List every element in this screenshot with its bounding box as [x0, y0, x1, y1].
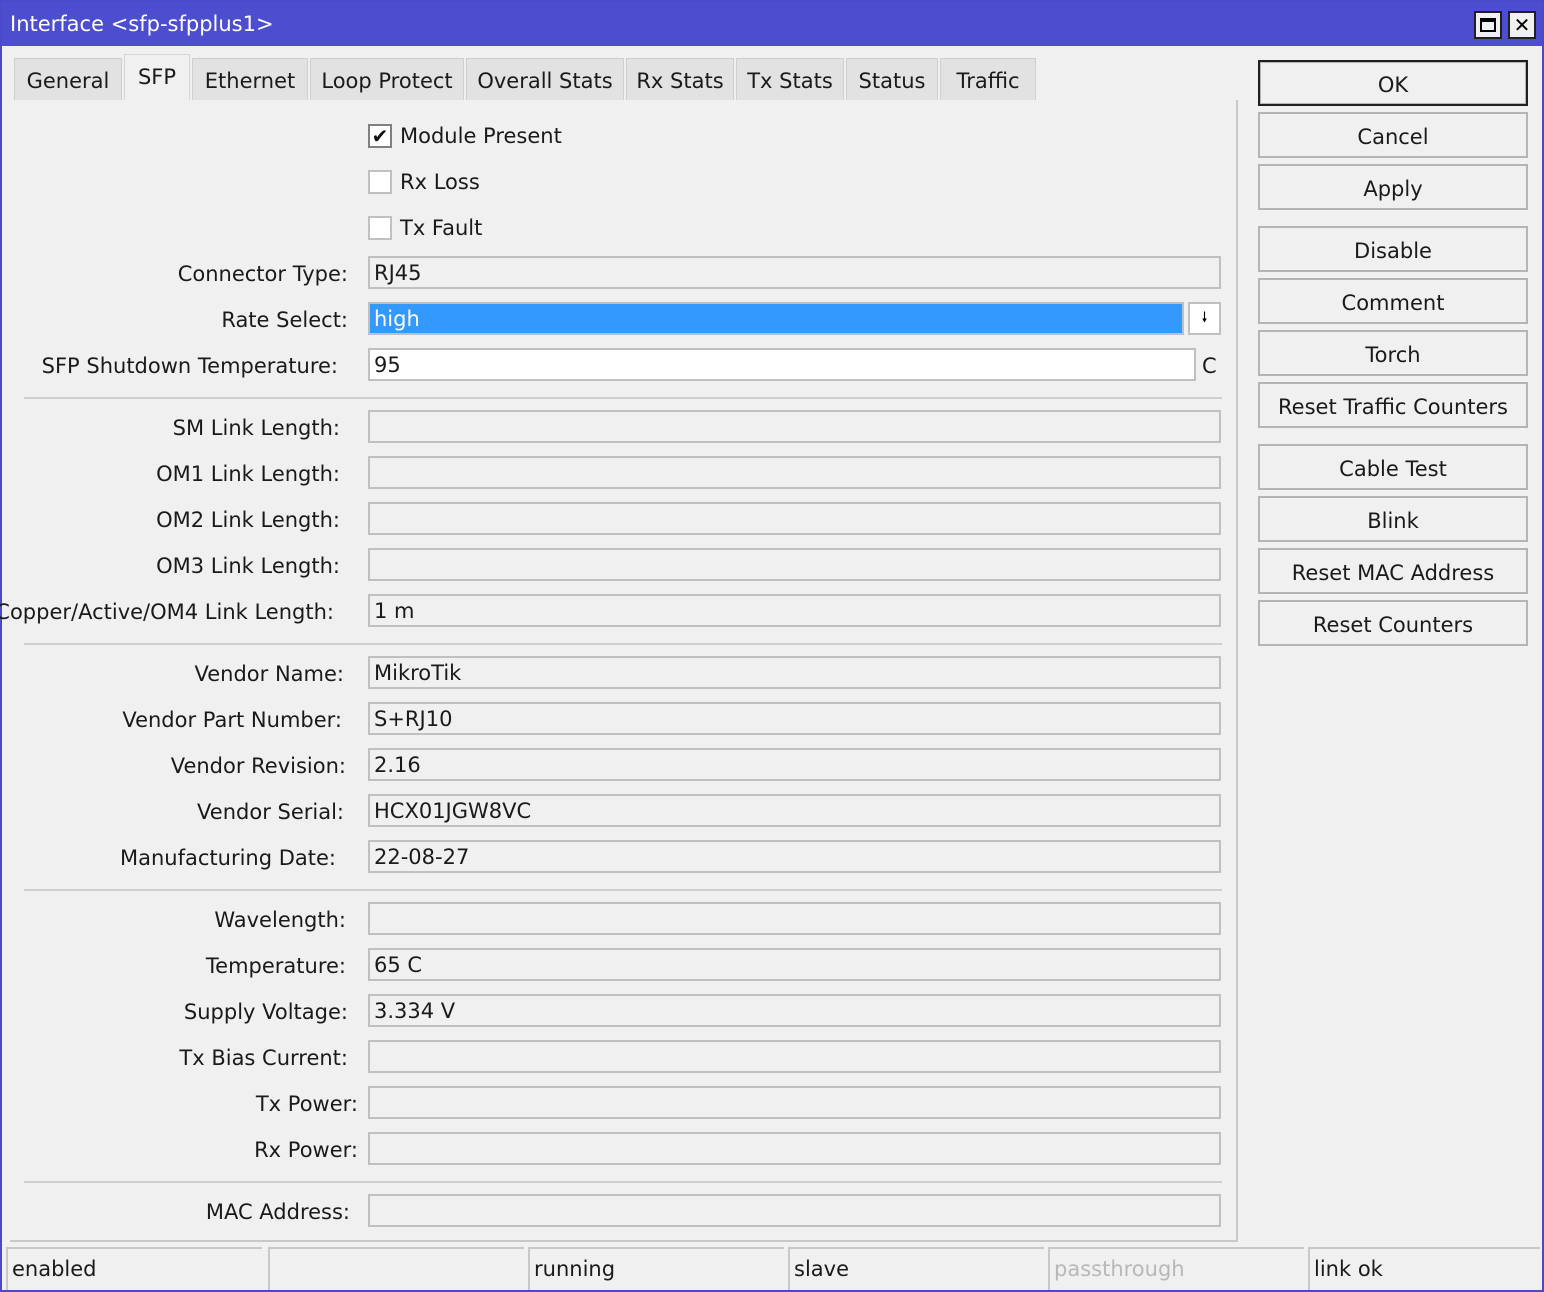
status-passthrough: passthrough — [1048, 1247, 1304, 1290]
manufacturing-date-label: Manufacturing Date: — [119, 846, 336, 870]
rate-select-label: Rate Select: — [221, 308, 348, 332]
om2-link-length-label: OM2 Link Length: — [156, 508, 340, 532]
tx-power-label: Tx Power: — [255, 1092, 358, 1116]
ok-button[interactable]: OK — [1258, 60, 1528, 106]
disable-button[interactable]: Disable — [1258, 226, 1528, 272]
vendor-name-field: MikroTik — [368, 656, 1221, 689]
mac-address-label: MAC Address: — [205, 1200, 350, 1224]
sm-link-length-label: SM Link Length: — [172, 416, 340, 440]
separator — [24, 889, 1222, 891]
status-enabled: enabled — [6, 1247, 262, 1290]
temperature-unit-label: C — [1202, 354, 1217, 378]
reset-traffic-counters-button[interactable]: Reset Traffic Counters — [1258, 382, 1528, 428]
rx-loss-label: Rx Loss — [400, 170, 480, 194]
tab-general[interactable]: General — [14, 58, 122, 102]
manufacturing-date-field: 22-08-27 — [368, 840, 1221, 873]
rx-power-label: Rx Power: — [254, 1138, 358, 1162]
om1-link-length-field — [368, 456, 1221, 489]
rx-loss-row[interactable]: Rx Loss — [368, 169, 480, 195]
tab-ethernet[interactable]: Ethernet — [192, 58, 308, 102]
tab-rx-stats[interactable]: Rx Stats — [626, 58, 734, 102]
status-bar: enabled running slave passthrough link o… — [6, 1247, 1542, 1290]
tab-tx-stats[interactable]: Tx Stats — [736, 58, 844, 102]
blink-button[interactable]: Blink — [1258, 496, 1528, 542]
rate-select-dropdown[interactable]: high 🠗 — [368, 302, 1221, 335]
om3-link-length-label: OM3 Link Length: — [156, 554, 340, 578]
temperature-label: Temperature: — [205, 954, 346, 978]
sfp-panel: ✔ Module Present Rx Loss Tx Fault Connec… — [0, 100, 1238, 1242]
status-running: running — [528, 1247, 784, 1290]
tab-overall-stats[interactable]: Overall Stats — [466, 58, 624, 102]
tab-traffic[interactable]: Traffic — [940, 58, 1036, 102]
om1-link-length-label: OM1 Link Length: — [156, 462, 340, 486]
window-title: Interface <sfp-sfpplus1> — [10, 12, 274, 36]
rx-power-field — [368, 1132, 1221, 1165]
tx-fault-label: Tx Fault — [400, 216, 483, 240]
close-icon: ✕ — [1513, 13, 1531, 37]
rate-select-value[interactable]: high — [368, 302, 1184, 335]
interface-dialog: Interface <sfp-sfpplus1> ✕ General SFP E… — [0, 0, 1544, 1292]
vendor-name-label: Vendor Name: — [194, 662, 344, 686]
connector-type-field: RJ45 — [368, 256, 1221, 289]
tab-sfp[interactable]: SFP — [124, 54, 190, 102]
module-present-row[interactable]: ✔ Module Present — [368, 123, 562, 149]
sm-link-length-field — [368, 410, 1221, 443]
rx-loss-checkbox[interactable] — [368, 170, 392, 194]
tx-fault-checkbox[interactable] — [368, 216, 392, 240]
status-link-ok: link ok — [1308, 1247, 1540, 1290]
reset-mac-address-button[interactable]: Reset MAC Address — [1258, 548, 1528, 594]
connector-type-label: Connector Type: — [177, 262, 348, 286]
sfp-shutdown-temperature-input[interactable]: 95 — [368, 348, 1196, 381]
copper-link-length-field: 1 m — [368, 594, 1221, 627]
status-slave: slave — [788, 1247, 1044, 1290]
copper-link-length-label: Copper/Active/OM4 Link Length: — [0, 600, 334, 624]
om2-link-length-field — [368, 502, 1221, 535]
title-bar[interactable]: Interface <sfp-sfpplus1> ✕ — [2, 2, 1542, 46]
vendor-part-number-label: Vendor Part Number: — [122, 708, 342, 732]
tab-status[interactable]: Status — [846, 58, 938, 102]
tx-bias-current-field — [368, 1040, 1221, 1073]
sfp-shutdown-temperature-label: SFP Shutdown Temperature: — [41, 354, 338, 378]
checkmark-icon: ✔ — [371, 124, 389, 148]
separator — [24, 1181, 1222, 1183]
maximize-icon — [1480, 18, 1496, 32]
wavelength-field — [368, 902, 1221, 935]
vendor-serial-label: Vendor Serial: — [197, 800, 344, 824]
cable-test-button[interactable]: Cable Test — [1258, 444, 1528, 490]
module-present-checkbox[interactable]: ✔ — [368, 124, 392, 148]
supply-voltage-field: 3.334 V — [368, 994, 1221, 1027]
vendor-revision-label: Vendor Revision: — [170, 754, 346, 778]
close-button[interactable]: ✕ — [1508, 11, 1536, 39]
cancel-button[interactable]: Cancel — [1258, 112, 1528, 158]
tx-fault-row[interactable]: Tx Fault — [368, 215, 482, 241]
apply-button[interactable]: Apply — [1258, 164, 1528, 210]
supply-voltage-label: Supply Voltage: — [183, 1000, 348, 1024]
chevron-down-icon: 🠗 — [1201, 309, 1208, 326]
tx-power-field — [368, 1086, 1221, 1119]
vendor-part-number-field: S+RJ10 — [368, 702, 1221, 735]
om3-link-length-field — [368, 548, 1221, 581]
separator — [24, 397, 1222, 399]
tab-loop-protect[interactable]: Loop Protect — [310, 58, 464, 102]
reset-counters-button[interactable]: Reset Counters — [1258, 600, 1528, 646]
dropdown-arrow-button[interactable]: 🠗 — [1188, 302, 1221, 335]
mac-address-field — [368, 1194, 1221, 1227]
vendor-revision-field: 2.16 — [368, 748, 1221, 781]
vendor-serial-field: HCX01JGW8VC — [368, 794, 1221, 827]
status-empty — [268, 1247, 524, 1290]
module-present-label: Module Present — [400, 124, 562, 148]
wavelength-label: Wavelength: — [214, 908, 346, 932]
tx-bias-current-label: Tx Bias Current: — [179, 1046, 348, 1070]
separator — [24, 643, 1222, 645]
maximize-button[interactable] — [1474, 11, 1502, 39]
temperature-field: 65 C — [368, 948, 1221, 981]
comment-button[interactable]: Comment — [1258, 278, 1528, 324]
torch-button[interactable]: Torch — [1258, 330, 1528, 376]
